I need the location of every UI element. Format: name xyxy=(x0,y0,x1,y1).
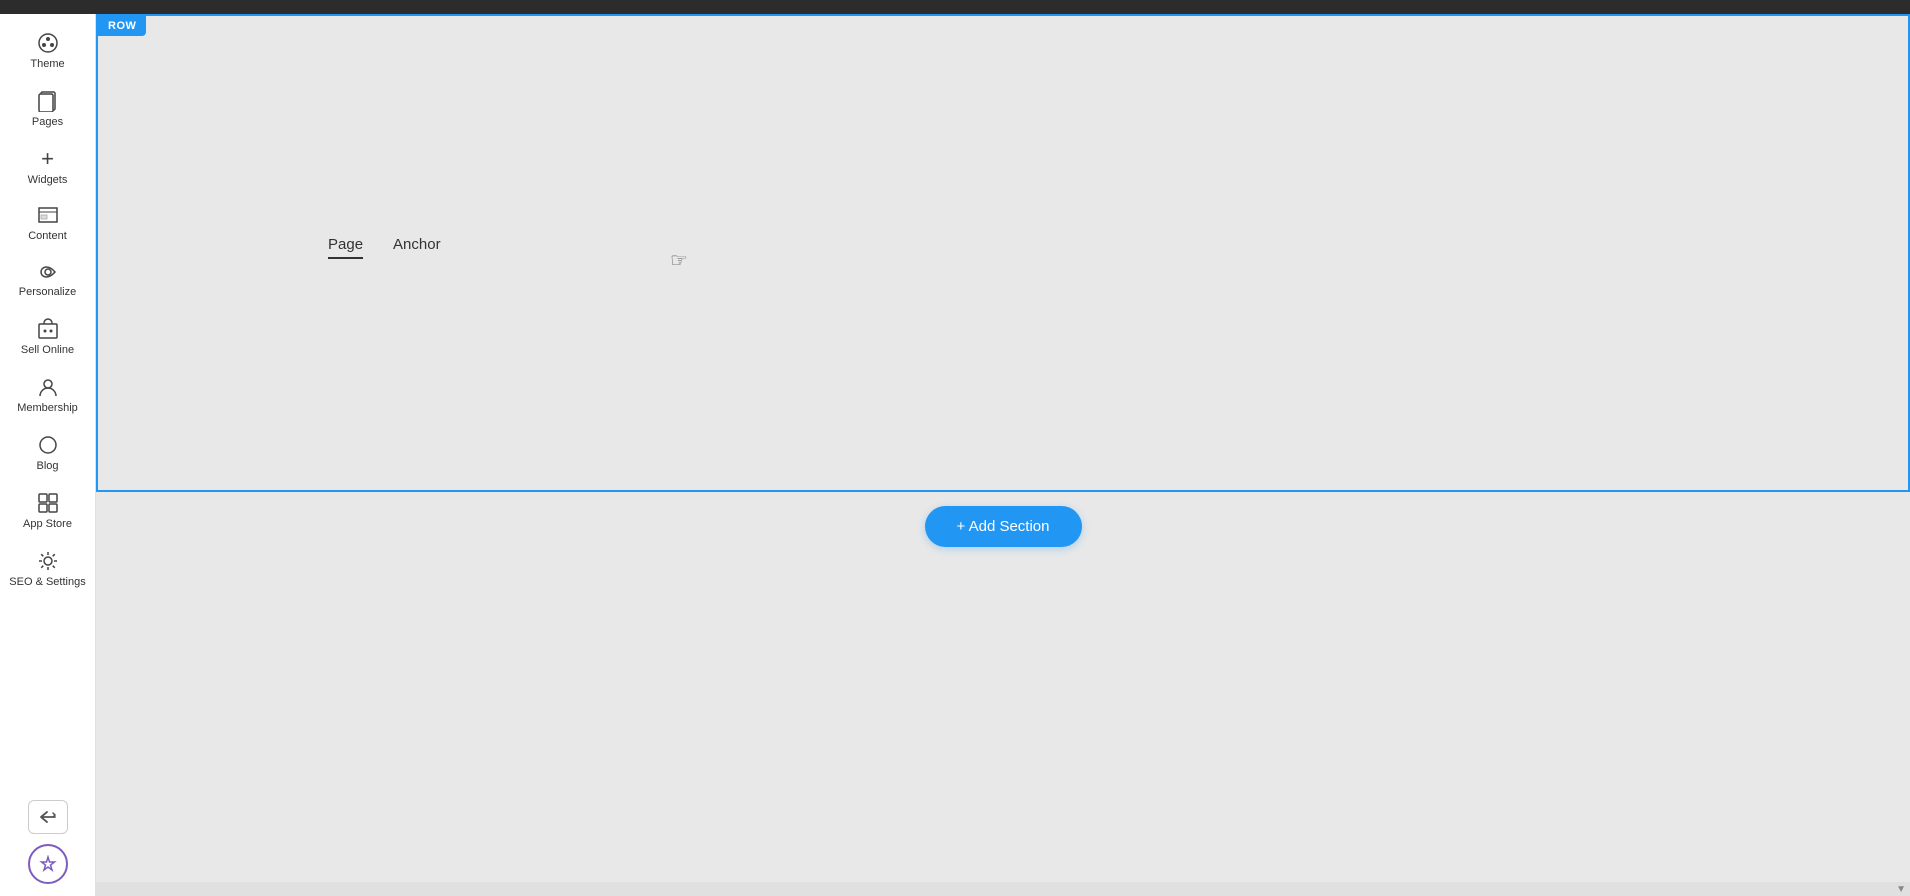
theme-icon xyxy=(37,32,59,54)
sidebar-personalize-label: Personalize xyxy=(19,286,76,298)
personalize-icon xyxy=(37,262,59,282)
bottom-scrollbar[interactable]: ▼ xyxy=(96,882,1910,896)
sidebar-item-theme[interactable]: Theme xyxy=(0,22,95,80)
sidebar-item-blog[interactable]: Blog xyxy=(0,424,95,482)
page-tabs: Page Anchor xyxy=(98,16,1908,259)
sidebar-item-personalize[interactable]: Personalize xyxy=(0,252,95,308)
membership-icon xyxy=(37,376,59,398)
sidebar-item-seo-settings[interactable]: SEO & Settings xyxy=(0,540,95,598)
sidebar-pages-label: Pages xyxy=(32,116,63,128)
tab-page[interactable]: Page xyxy=(328,236,363,259)
sidebar-seo-settings-label: SEO & Settings xyxy=(9,576,85,588)
sell-online-icon xyxy=(37,318,59,340)
canvas-area: ROW Page Anchor ☞ + Add Section ▼ xyxy=(96,14,1910,896)
sidebar-item-app-store[interactable]: App Store xyxy=(0,482,95,540)
top-bar xyxy=(0,0,1910,14)
ai-assistant-button[interactable] xyxy=(28,844,68,884)
sidebar-sell-online-label: Sell Online xyxy=(21,344,74,356)
sidebar-item-content[interactable]: Content xyxy=(0,196,95,252)
sidebar-theme-label: Theme xyxy=(30,58,64,70)
main-layout: Theme Pages + Widgets xyxy=(0,14,1910,896)
sidebar-app-store-label: App Store xyxy=(23,518,72,530)
app-store-icon xyxy=(37,492,59,514)
sidebar-item-widgets[interactable]: + Widgets xyxy=(0,138,95,196)
sidebar-item-sell-online[interactable]: Sell Online xyxy=(0,308,95,366)
blog-icon xyxy=(37,434,59,456)
canvas-empty-area xyxy=(96,567,1910,882)
canvas-scroll[interactable]: ROW Page Anchor ☞ + Add Section xyxy=(96,14,1910,882)
sidebar-content-label: Content xyxy=(28,230,67,242)
sidebar-item-membership[interactable]: Membership xyxy=(0,366,95,424)
sidebar-blog-label: Blog xyxy=(36,460,58,472)
seo-settings-icon xyxy=(37,550,59,572)
content-icon xyxy=(37,206,59,226)
widgets-icon: + xyxy=(41,148,54,170)
scroll-down-arrow[interactable]: ▼ xyxy=(1894,882,1908,896)
add-section-bar: + Add Section xyxy=(96,492,1910,567)
page-canvas[interactable]: ROW Page Anchor ☞ xyxy=(96,14,1910,492)
sidebar-widgets-label: Widgets xyxy=(28,174,68,186)
sidebar-membership-label: Membership xyxy=(17,402,78,414)
sidebar-bottom xyxy=(0,800,95,896)
sidebar: Theme Pages + Widgets xyxy=(0,14,96,896)
tab-anchor[interactable]: Anchor xyxy=(393,236,441,259)
row-label[interactable]: ROW xyxy=(98,16,146,36)
pages-icon xyxy=(38,90,58,112)
add-section-button[interactable]: + Add Section xyxy=(925,506,1082,547)
back-button[interactable] xyxy=(28,800,68,834)
sidebar-item-pages[interactable]: Pages xyxy=(0,80,95,138)
